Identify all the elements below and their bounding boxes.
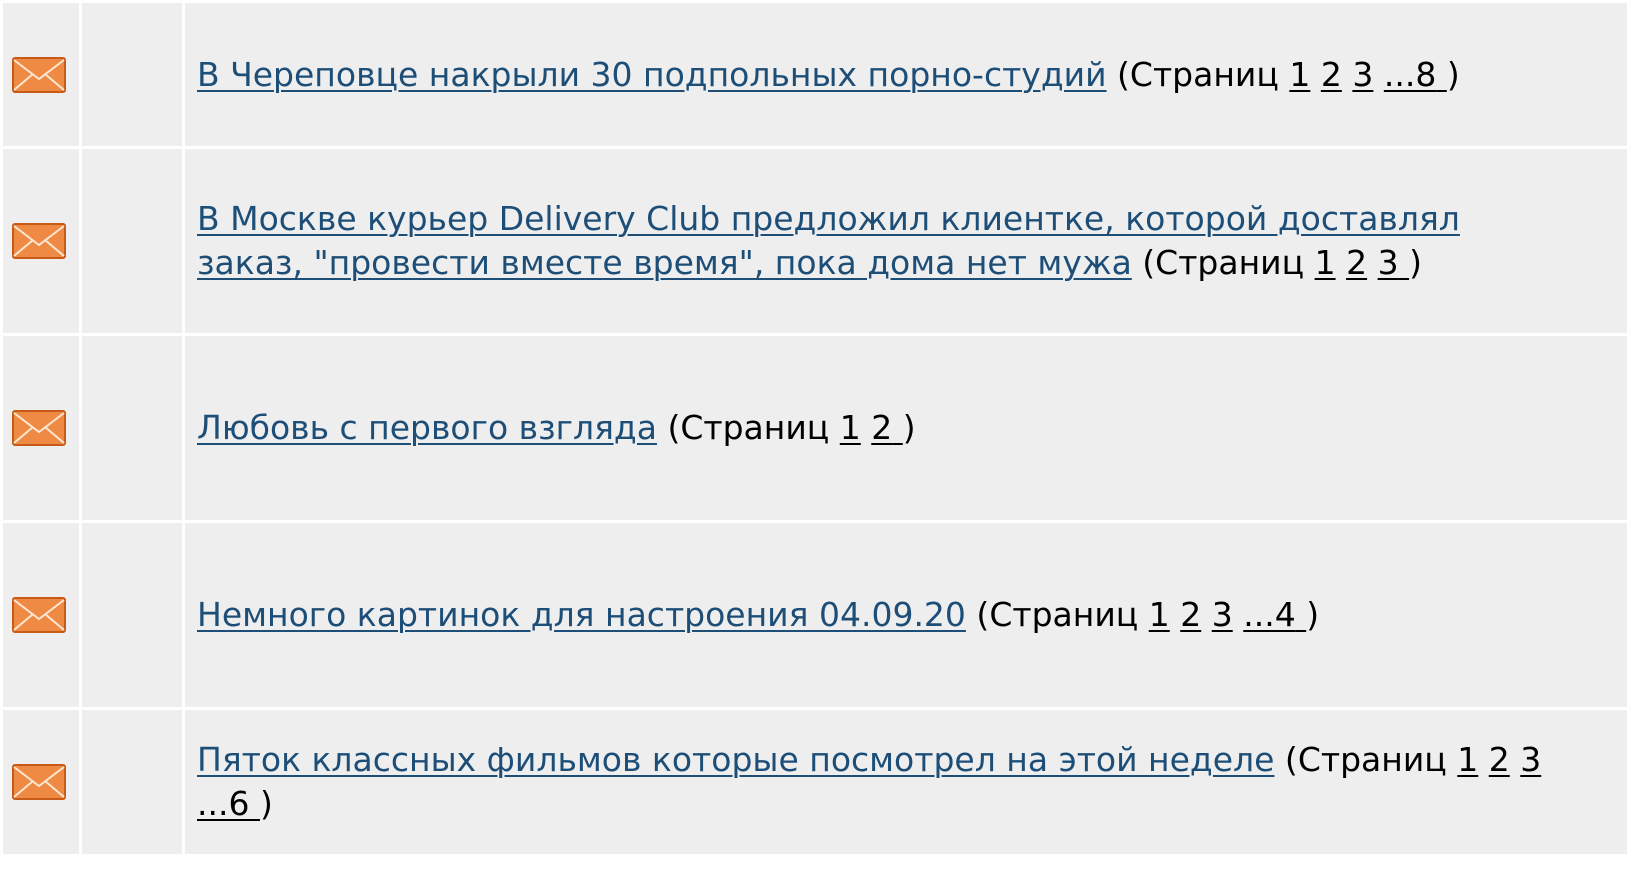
topic-title-cell: Любовь с первого взгляда (Страниц 1 2 ): [185, 336, 1627, 520]
pages-list: 1 2: [840, 408, 903, 447]
envelope-icon: [3, 764, 79, 800]
page-link[interactable]: 3: [1520, 740, 1541, 779]
pages-open-paren: (: [965, 595, 990, 634]
topic-status-cell: [82, 3, 182, 146]
topic-row: Любовь с первого взгляда (Страниц 1 2 ): [3, 336, 1627, 520]
page-link[interactable]: 1: [1315, 243, 1336, 282]
page-link[interactable]: 1: [1457, 740, 1478, 779]
page-link[interactable]: 2: [1321, 55, 1342, 94]
pages-open-paren: (: [1131, 243, 1156, 282]
page-link-trailing-space: [1436, 55, 1447, 94]
page-link-trailing-space: [1296, 595, 1307, 634]
page-link[interactable]: 1: [1149, 595, 1170, 634]
pages-list: 1 2 3 ...4: [1149, 595, 1306, 634]
topic-row: Пяток классных фильмов которые посмотрел…: [3, 710, 1627, 854]
page-link[interactable]: 2: [1346, 243, 1367, 282]
topic-icon-cell: [3, 336, 79, 520]
pages-label: Страниц: [680, 408, 830, 447]
topic-title-link[interactable]: Немного картинок для настроения 04.09.20: [197, 595, 966, 634]
page-link-trailing-space: [892, 408, 903, 447]
pages-label: Страниц: [1297, 740, 1447, 779]
page-link-trailing-space: [1399, 243, 1410, 282]
page-link[interactable]: ...4: [1243, 595, 1295, 634]
page-link[interactable]: 2: [871, 408, 892, 447]
envelope-icon: [3, 410, 79, 446]
topic-row: В Москве курьер Delivery Club предложил …: [3, 149, 1627, 333]
pages-close-paren: ): [1306, 595, 1320, 634]
envelope-icon: [3, 597, 79, 633]
pages-open-paren: (: [1106, 54, 1130, 94]
topic-title-cell: Немного картинок для настроения 04.09.20…: [185, 523, 1627, 707]
topic-status-cell: [82, 523, 182, 707]
page-link[interactable]: ...8: [1384, 55, 1436, 94]
topic-list-body: В Череповце накрыли 30 подпольных порно-…: [3, 3, 1627, 854]
pages-label: Страниц: [989, 595, 1139, 634]
topic-status-cell: [82, 710, 182, 854]
pages-close-paren: ): [259, 784, 273, 823]
page-link[interactable]: 1: [840, 408, 861, 447]
envelope-icon: [3, 56, 79, 93]
topic-title-cell: Пяток классных фильмов которые посмотрел…: [185, 710, 1627, 854]
page-link[interactable]: ...6: [197, 784, 249, 823]
pages-open-paren: (: [656, 408, 681, 447]
page-link[interactable]: 2: [1489, 740, 1510, 779]
topic-icon-cell: [3, 710, 79, 854]
page-link[interactable]: 3: [1378, 243, 1399, 282]
topic-list: В Череповце накрыли 30 подпольных порно-…: [0, 0, 1630, 857]
pages-label: Страниц: [1129, 54, 1279, 94]
pages-list: 1 2 3: [1315, 243, 1410, 282]
topic-icon-cell: [3, 523, 79, 707]
topic-status-cell: [82, 336, 182, 520]
topic-title-link[interactable]: Любовь с первого взгляда: [197, 408, 657, 447]
page-link[interactable]: 1: [1289, 55, 1310, 94]
topic-icon-cell: [3, 149, 79, 333]
page-link[interactable]: 2: [1180, 595, 1201, 634]
page-link[interactable]: 3: [1352, 55, 1373, 94]
topic-title-link[interactable]: Пяток классных фильмов которые посмотрел…: [197, 740, 1274, 779]
topic-row: Немного картинок для настроения 04.09.20…: [3, 523, 1627, 707]
page-link-trailing-space: [249, 784, 260, 823]
topic-row: В Череповце накрыли 30 подпольных порно-…: [3, 3, 1627, 146]
pages-open-paren: (: [1274, 740, 1298, 779]
pages-close-paren: ): [902, 408, 916, 447]
pages-close-paren: ): [1409, 243, 1422, 282]
topic-title-cell: В Москве курьер Delivery Club предложил …: [185, 149, 1627, 333]
topic-title-cell: В Череповце накрыли 30 подпольных порно-…: [185, 3, 1627, 146]
topic-icon-cell: [3, 3, 79, 146]
pages-label: Страниц: [1155, 243, 1305, 282]
page-link[interactable]: 3: [1212, 595, 1233, 634]
envelope-icon: [3, 223, 79, 259]
topic-title-link[interactable]: В Череповце накрыли 30 подпольных порно-…: [197, 55, 1107, 94]
topic-status-cell: [82, 149, 182, 333]
pages-list: 1 2 3 ...8: [1289, 55, 1446, 94]
pages-close-paren: ): [1446, 54, 1460, 94]
